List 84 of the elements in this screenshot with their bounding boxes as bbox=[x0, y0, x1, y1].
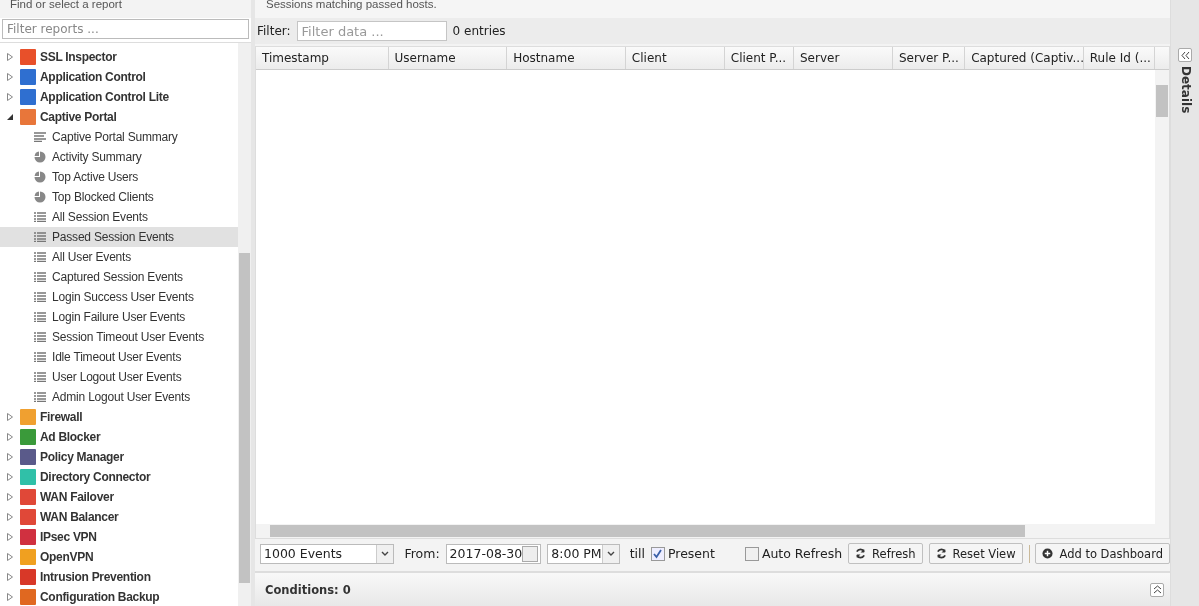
text-report-icon bbox=[34, 132, 46, 142]
report-item[interactable]: Top Blocked Clients bbox=[0, 187, 238, 207]
date-field[interactable]: 2017-08-30 bbox=[445, 543, 542, 564]
report-item[interactable]: User Logout User Events bbox=[0, 367, 238, 387]
scrollbar[interactable] bbox=[238, 43, 251, 606]
from-label: From: bbox=[404, 546, 440, 561]
double-chevron-up-icon bbox=[1152, 585, 1162, 594]
list-icon bbox=[34, 292, 46, 302]
report-item[interactable]: Captive Portal Summary bbox=[0, 127, 238, 147]
tree-item[interactable]: Firewall bbox=[40, 410, 83, 424]
column-header[interactable]: Captured (Captiv... bbox=[965, 47, 1084, 69]
details-panel-title[interactable]: Details bbox=[1179, 66, 1191, 114]
report-item[interactable]: Passed Session Events bbox=[0, 227, 238, 247]
time-dropdown[interactable]: 8:00 PM bbox=[547, 543, 620, 564]
report-item[interactable]: Captured Session Events bbox=[0, 267, 238, 287]
add-to-dashboard-button[interactable]: Add to Dashboard bbox=[1035, 543, 1170, 564]
search-field[interactable]: Filter reports ... bbox=[2, 19, 249, 39]
report-item[interactable]: Top Active Users bbox=[0, 167, 238, 187]
column-header[interactable]: Server P... bbox=[892, 47, 966, 69]
pie-chart-icon bbox=[34, 191, 46, 203]
event-limit-dropdown[interactable]: 1000 Events bbox=[260, 543, 395, 564]
report-item[interactable]: Session Timeout User Events bbox=[0, 327, 238, 347]
column-header[interactable]: Username bbox=[388, 47, 508, 69]
plus-circle-icon bbox=[1042, 548, 1054, 559]
checkbox[interactable] bbox=[744, 546, 759, 561]
list-icon bbox=[34, 372, 46, 382]
scrollbar[interactable] bbox=[1155, 70, 1169, 524]
column-header[interactable]: Rule Id (... bbox=[1083, 47, 1156, 69]
checkbox[interactable] bbox=[650, 546, 665, 561]
reset-view-button[interactable]: Reset View bbox=[928, 543, 1023, 564]
chevron-down-icon bbox=[381, 551, 390, 556]
tree-item[interactable]: Captive Portal bbox=[40, 110, 117, 124]
report-description: Sessions matching passed hosts. bbox=[266, 0, 437, 10]
list-icon bbox=[34, 272, 46, 282]
refresh-icon bbox=[935, 548, 947, 559]
report-item[interactable]: Admin Logout User Events bbox=[0, 387, 238, 407]
double-chevron-left-icon bbox=[1180, 50, 1190, 60]
tree-item[interactable]: Application Control bbox=[40, 70, 146, 84]
expand-button[interactable] bbox=[1150, 582, 1164, 597]
list-icon bbox=[34, 252, 46, 262]
scrollbar[interactable] bbox=[256, 524, 1169, 538]
report-item[interactable]: Activity Summary bbox=[0, 147, 238, 167]
tree-item[interactable]: Application Control Lite bbox=[40, 90, 169, 104]
report-item[interactable]: Login Failure User Events bbox=[0, 307, 238, 327]
chevron-down-icon bbox=[606, 551, 615, 556]
filter-field[interactable]: Filter data ... bbox=[296, 21, 447, 41]
tree-item[interactable]: Policy Manager bbox=[40, 450, 124, 464]
expander-icon[interactable] bbox=[6, 113, 14, 121]
collapse-button[interactable] bbox=[1178, 48, 1192, 62]
tree-item[interactable]: Ad Blocker bbox=[40, 430, 101, 444]
pie-chart-icon bbox=[34, 171, 46, 183]
list-icon bbox=[34, 392, 46, 402]
column-header[interactable]: Server bbox=[794, 47, 893, 69]
list-icon bbox=[34, 232, 46, 242]
list-icon bbox=[34, 212, 46, 222]
tree-item[interactable]: WAN Failover bbox=[40, 490, 114, 504]
report-item[interactable]: Login Success User Events bbox=[0, 287, 238, 307]
column-header[interactable]: Client P... bbox=[724, 47, 794, 69]
tree-item[interactable]: Intrusion Prevention bbox=[40, 570, 151, 584]
pie-chart-icon bbox=[34, 151, 46, 163]
report-item[interactable]: All User Events bbox=[0, 247, 238, 267]
tree-item[interactable]: Directory Connector bbox=[40, 470, 151, 484]
entry-count: 0 entries bbox=[452, 24, 506, 38]
list-icon bbox=[34, 332, 46, 342]
filter-label: Filter: bbox=[257, 24, 291, 38]
refresh-icon bbox=[855, 548, 867, 559]
report-item[interactable]: Idle Timeout User Events bbox=[0, 347, 238, 367]
column-header[interactable]: Timestamp bbox=[256, 47, 389, 69]
tree-item[interactable]: Configuration Backup bbox=[40, 590, 160, 604]
panel-title: Find or select a report bbox=[10, 0, 122, 10]
till-label: till bbox=[629, 546, 645, 561]
tree-item[interactable]: WAN Balancer bbox=[40, 510, 119, 524]
list-icon bbox=[34, 352, 46, 362]
refresh-button[interactable]: Refresh bbox=[848, 543, 923, 564]
list-icon bbox=[34, 312, 46, 322]
tree-item[interactable]: OpenVPN bbox=[40, 550, 94, 564]
auto-refresh-checkbox[interactable]: Auto Refresh bbox=[744, 546, 843, 561]
report-item[interactable]: All Session Events bbox=[0, 207, 238, 227]
conditions-label: Conditions: 0 bbox=[265, 582, 351, 597]
column-header[interactable]: Client bbox=[625, 47, 725, 69]
column-header[interactable]: Hostname bbox=[507, 47, 626, 69]
present-checkbox[interactable]: Present bbox=[650, 546, 715, 561]
tree-item[interactable]: IPsec VPN bbox=[40, 530, 97, 544]
tree-item[interactable]: SSL Inspector bbox=[40, 50, 117, 64]
